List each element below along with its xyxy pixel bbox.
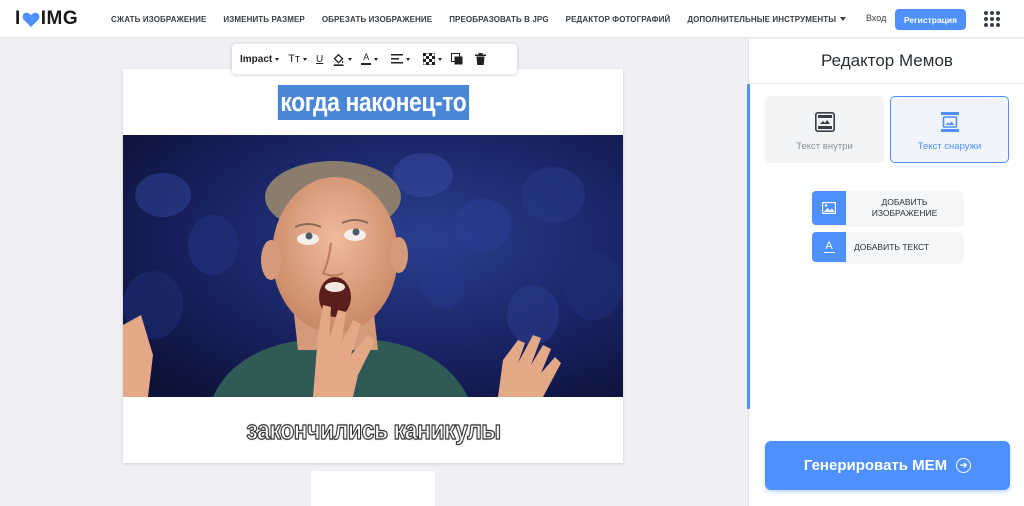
panel-title: Редактор Мемов: [749, 39, 1024, 84]
nav-convert-jpg[interactable]: ПРЕОБРАЗОВАТЬ В JPG: [449, 15, 548, 24]
text-color-glyph: A: [363, 52, 370, 62]
iloveimg-logo[interactable]: I IMG: [15, 8, 78, 30]
main-nav: СЖАТЬ ИЗОБРАЖЕНИЕ ИЗМЕНИТЬ РАЗМЕР ОБРЕЗА…: [111, 0, 863, 38]
top-header: I IMG СЖАТЬ ИЗОБРАЖЕНИЕ ИЗМЕНИТЬ РАЗМЕР …: [0, 0, 1024, 38]
dropdown-caret-icon: [348, 57, 353, 61]
text-inside-option[interactable]: Текст внутри: [765, 96, 884, 163]
add-text-glyph: A: [825, 239, 833, 252]
image-thumbnail-strip[interactable]: [311, 471, 435, 506]
text-color-select[interactable]: A: [361, 44, 379, 74]
text-outside-icon: [940, 112, 959, 132]
nav-more-tools[interactable]: ДОПОЛНИТЕЛЬНЫЕ ИНСТРУМЕНТЫ: [687, 14, 847, 24]
dropdown-caret-icon: [275, 57, 280, 61]
text-inside-icon: [814, 112, 835, 132]
top-caption-text[interactable]: когда наконец-то: [277, 84, 469, 120]
paint-bucket-icon: [333, 53, 344, 66]
register-button[interactable]: Регистрация: [895, 9, 966, 30]
apps-grid-icon[interactable]: [984, 11, 1000, 27]
add-text-icon: A: [812, 232, 846, 262]
logo-img: IMG: [40, 8, 79, 29]
meme-editor-panel: Редактор Мемов Текст внутри Текст снаруж…: [747, 39, 1024, 506]
font-family-select[interactable]: Impact: [240, 44, 280, 74]
add-text-button[interactable]: A ДОБАВИТЬ ТЕКСТ: [812, 232, 963, 262]
font-size-select[interactable]: Tт: [288, 44, 307, 74]
text-color-icon: A: [361, 52, 372, 65]
caret-down-icon: [840, 17, 847, 22]
generate-meme-label: Генерировать МЕМ: [803, 457, 948, 474]
opacity-select[interactable]: [423, 44, 443, 74]
arrow-right-circle-icon: ➜: [956, 458, 972, 473]
add-image-icon: [812, 191, 846, 225]
dropdown-caret-icon: [406, 57, 411, 61]
text-align-select[interactable]: [391, 44, 411, 74]
nav-more-tools-label: ДОПОЛНИТЕЛЬНЫЕ ИНСТРУМЕНТЫ: [687, 14, 837, 24]
dropdown-caret-icon: [438, 57, 443, 61]
layer-order-button[interactable]: [451, 44, 463, 74]
layers-icon: [451, 53, 463, 65]
add-text-label: ДОБАВИТЬ ТЕКСТ: [854, 241, 930, 252]
align-left-icon: [391, 54, 404, 64]
bottom-caption-area[interactable]: закончились каникулы: [123, 397, 623, 463]
underline-button[interactable]: U: [316, 44, 323, 74]
top-caption-area[interactable]: когда наконец-то: [123, 69, 623, 135]
nav-resize[interactable]: ИЗМЕНИТЬ РАЗМЕР: [223, 15, 304, 24]
nav-compress[interactable]: СЖАТЬ ИЗОБРАЖЕНИЕ: [111, 15, 206, 24]
meme-canvas[interactable]: когда наконец-то закончились каникулы: [123, 69, 623, 463]
bottom-caption-text[interactable]: закончились каникулы: [245, 414, 501, 446]
dropdown-caret-icon: [374, 57, 379, 61]
underline-icon: U: [316, 53, 324, 65]
add-image-label: ДОБАВИТЬ ИЗОБРАЖЕНИЕ: [871, 197, 938, 218]
trash-icon: [475, 53, 487, 65]
nav-photo-editor[interactable]: РЕДАКТОР ФОТОГРАФИЙ: [566, 15, 671, 24]
panel-scrollbar[interactable]: [747, 84, 750, 409]
add-image-button[interactable]: ДОБАВИТЬ ИЗОБРАЖЕНИЕ: [812, 191, 963, 225]
text-outside-label: Текст снаружи: [917, 141, 982, 152]
text-inside-label: Текст внутри: [796, 141, 853, 152]
text-outside-option[interactable]: Текст снаружи: [890, 96, 1009, 163]
transparency-icon: [423, 53, 436, 65]
meme-photo-image: [123, 135, 623, 397]
generate-meme-button[interactable]: Генерировать МЕМ ➜: [765, 441, 1010, 490]
logo-i: I: [15, 8, 21, 29]
login-link[interactable]: Вход: [866, 13, 886, 23]
dropdown-caret-icon: [303, 57, 307, 61]
text-size-icon: Tт: [288, 53, 300, 65]
font-family-label: Impact: [240, 53, 273, 65]
fill-color-select[interactable]: [332, 44, 353, 74]
nav-crop[interactable]: ОБРЕЗАТЬ ИЗОБРАЖЕНИЕ: [322, 15, 432, 24]
heart-icon: [22, 12, 40, 27]
meme-photo[interactable]: [123, 135, 623, 397]
text-toolbar: Impact Tт U A: [232, 44, 517, 74]
delete-button[interactable]: [475, 44, 487, 74]
